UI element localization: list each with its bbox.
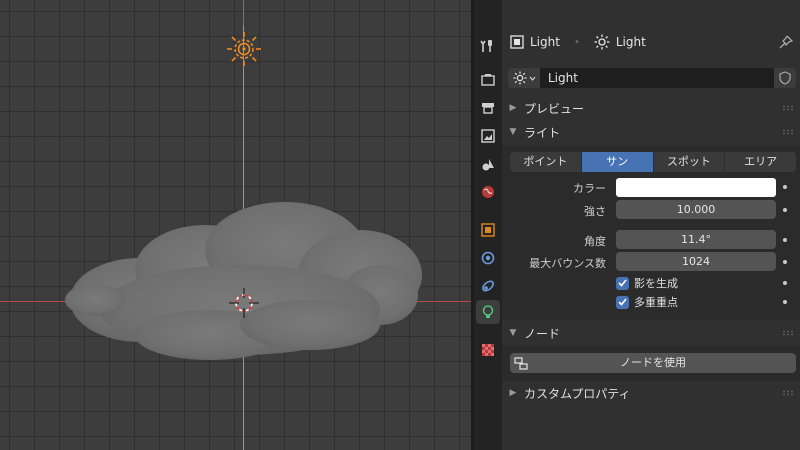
- drag-handle[interactable]: [782, 129, 794, 135]
- section-light[interactable]: ▼ ライト: [502, 120, 800, 144]
- checkmark-icon: [616, 276, 629, 290]
- nodes-icon: [514, 357, 528, 370]
- breadcrumb-data[interactable]: Light: [616, 35, 646, 49]
- section-custom-properties[interactable]: ▶ カスタムプロパティ: [502, 381, 800, 405]
- 3d-viewport[interactable]: [0, 0, 471, 450]
- keyframe-dot[interactable]: [783, 238, 787, 242]
- tab-tool[interactable]: [476, 34, 500, 58]
- tab-physics[interactable]: [476, 246, 500, 270]
- volumetric-cloud[interactable]: [60, 195, 435, 370]
- strength-field[interactable]: 10.000: [616, 200, 776, 219]
- section-nodes[interactable]: ▼ ノード: [502, 321, 800, 345]
- sun-icon: [512, 71, 527, 85]
- tab-world[interactable]: [476, 180, 500, 204]
- object-icon: [510, 35, 524, 49]
- multiple-importance-label: 多重重点: [634, 296, 678, 309]
- multiple-importance-checkbox[interactable]: 多重重点: [616, 294, 678, 310]
- section-custom-properties-title: カスタムプロパティ: [524, 386, 631, 401]
- keyframe-dot[interactable]: [783, 281, 787, 285]
- tab-view-layer[interactable]: [476, 124, 500, 148]
- drag-handle[interactable]: [782, 105, 794, 111]
- light-datablock-selector: Light: [508, 68, 796, 88]
- light-type-menu[interactable]: [508, 68, 540, 88]
- expand-arrow-icon: ▶: [509, 388, 517, 398]
- physics-icon: [481, 251, 495, 265]
- z-axis-line-top: [243, 0, 244, 26]
- keyframe-dot[interactable]: [783, 185, 787, 189]
- color-label: カラー: [573, 182, 606, 195]
- fake-user-button[interactable]: [774, 68, 796, 88]
- light-type-selector: ポイント サン スポット エリア: [510, 152, 796, 172]
- max-bounces-label: 最大バウンス数: [529, 257, 606, 270]
- max-bounces-field[interactable]: 1024: [616, 252, 776, 271]
- render-icon: [481, 74, 495, 86]
- tab-render[interactable]: [476, 68, 500, 92]
- drag-handle[interactable]: [782, 330, 794, 336]
- breadcrumb-separator: •: [573, 36, 580, 48]
- section-preview[interactable]: ▶ プレビュー: [502, 96, 800, 120]
- shield-icon: [779, 71, 791, 85]
- section-preview-title: プレビュー: [524, 101, 585, 116]
- tab-light-data[interactable]: [476, 300, 500, 324]
- color-swatch[interactable]: [616, 178, 776, 197]
- tool-icon: [480, 40, 492, 52]
- angle-field[interactable]: 11.4°: [616, 230, 776, 249]
- cast-shadow-checkbox[interactable]: 影を生成: [616, 275, 678, 291]
- strength-label: 強さ: [584, 205, 606, 218]
- pin-icon[interactable]: [778, 34, 794, 50]
- keyframe-dot[interactable]: [783, 260, 787, 264]
- checkmark-icon: [616, 295, 629, 309]
- light-type-point-button[interactable]: ポイント: [510, 152, 582, 172]
- use-nodes-button[interactable]: ノードを使用: [510, 353, 796, 373]
- angle-label: 角度: [584, 235, 606, 248]
- light-data-name-field[interactable]: Light: [540, 68, 774, 88]
- 3d-cursor-icon[interactable]: [229, 288, 259, 318]
- light-type-sun-button[interactable]: サン: [581, 152, 654, 172]
- collapse-arrow-icon: ▼: [509, 328, 517, 338]
- chevron-down-icon: [529, 76, 535, 81]
- object-icon: [481, 223, 495, 237]
- breadcrumb-object[interactable]: Light: [530, 35, 560, 49]
- light-type-spot-button[interactable]: スポット: [653, 152, 726, 172]
- scene-icon: [482, 159, 494, 171]
- drag-handle[interactable]: [782, 390, 794, 396]
- section-light-title: ライト: [524, 125, 561, 140]
- properties-tab-bar: [474, 0, 502, 450]
- tab-output[interactable]: [476, 96, 500, 120]
- world-icon: [482, 186, 494, 198]
- tab-texture[interactable]: [476, 338, 500, 362]
- light-type-area-button[interactable]: エリア: [725, 152, 796, 172]
- section-nodes-title: ノード: [524, 326, 561, 341]
- constraints-icon: [482, 280, 494, 292]
- tab-scene[interactable]: [476, 152, 500, 176]
- cast-shadow-label: 影を生成: [634, 277, 678, 290]
- breadcrumb: Light • Light: [510, 33, 646, 51]
- keyframe-dot[interactable]: [783, 300, 787, 304]
- use-nodes-label: ノードを使用: [620, 356, 686, 369]
- light-data-icon: [482, 305, 494, 318]
- output-icon: [482, 103, 494, 114]
- view-layer-icon: [481, 129, 495, 143]
- sun-light-gizmo[interactable]: [226, 31, 262, 67]
- texture-icon: [482, 344, 494, 356]
- keyframe-dot[interactable]: [783, 208, 787, 212]
- expand-arrow-icon: ▶: [509, 103, 517, 113]
- sun-icon: [594, 34, 610, 50]
- tab-object[interactable]: [476, 218, 500, 242]
- collapse-arrow-icon: ▼: [509, 127, 517, 137]
- tab-constraints[interactable]: [476, 274, 500, 298]
